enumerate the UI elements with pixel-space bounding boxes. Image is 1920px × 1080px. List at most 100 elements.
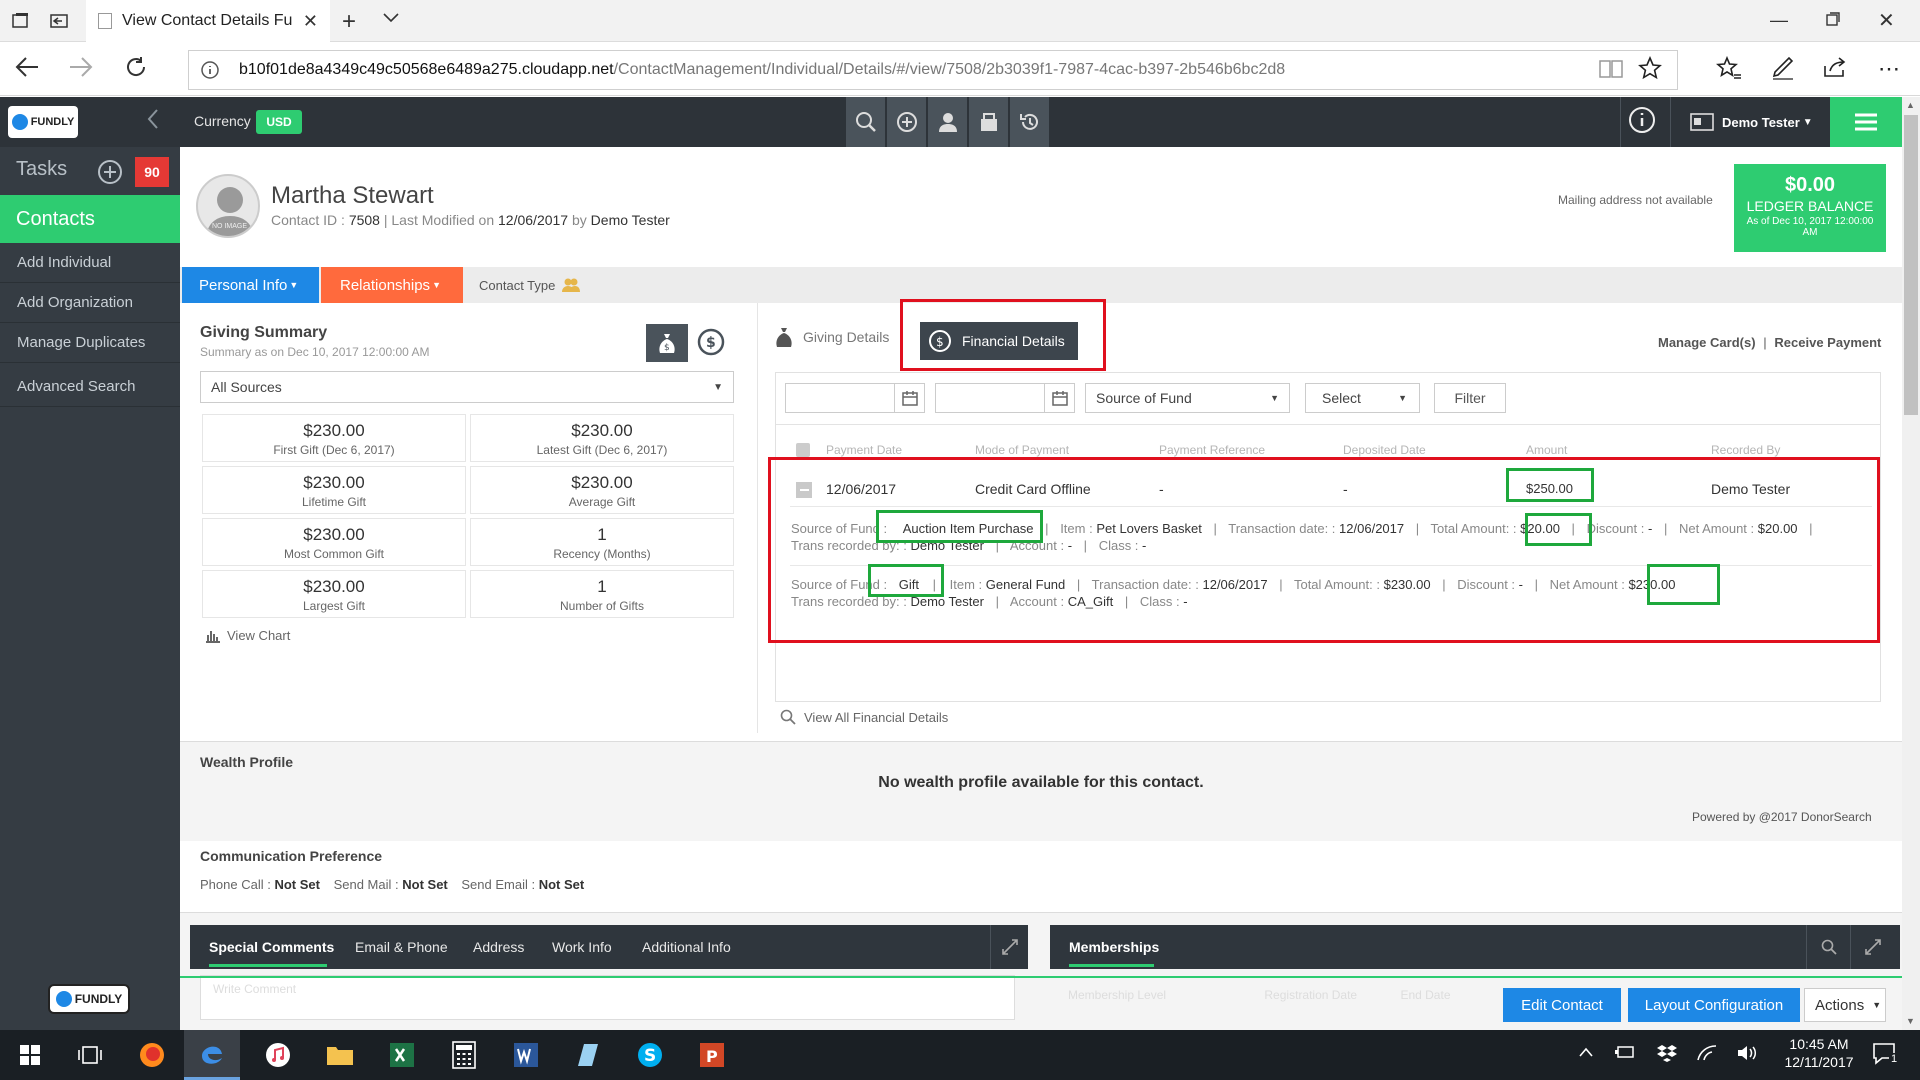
header-search-button[interactable]	[846, 97, 886, 147]
taskbar-calculator[interactable]	[436, 1030, 492, 1080]
manage-cards-link[interactable]: Manage Card(s)	[1658, 335, 1756, 350]
comment-input[interactable]: Write Comment	[200, 975, 1015, 1020]
tab-address[interactable]: Address	[473, 925, 524, 969]
browser-tab-active[interactable]: View Contact Details Fu ✕	[86, 0, 330, 42]
tasks-count-badge[interactable]: 90	[135, 157, 169, 187]
tab-list-chevron-icon[interactable]	[382, 12, 400, 24]
date-from-calendar-button[interactable]	[895, 383, 925, 413]
scrollbar-thumb[interactable]	[1904, 115, 1918, 415]
source-select-value: All Sources	[211, 379, 282, 395]
tab-preview-icon[interactable]	[12, 12, 30, 30]
scroll-down-icon[interactable]: ▼	[1906, 1016, 1915, 1026]
view-chart-link[interactable]: View Chart	[205, 628, 290, 643]
site-info-icon[interactable]	[200, 60, 220, 80]
sidebar-tasks-label[interactable]: Tasks	[16, 158, 67, 181]
search-memberships-button[interactable]	[1806, 925, 1850, 969]
minimize-icon[interactable]: —	[1770, 10, 1788, 31]
giving-details-tab[interactable]: Giving Details	[775, 325, 889, 349]
receive-payment-link[interactable]: Receive Payment	[1774, 335, 1881, 350]
web-note-pen-icon[interactable]	[1770, 54, 1796, 80]
taskbar-edge[interactable]	[184, 1030, 240, 1080]
tab-memberships[interactable]: Memberships	[1069, 925, 1159, 969]
source-of-fund-select[interactable]: Source of Fund ▼	[1085, 383, 1290, 413]
date-from-input[interactable]	[785, 383, 895, 413]
tab-work-info[interactable]: Work Info	[552, 925, 612, 969]
refresh-icon[interactable]	[124, 55, 148, 79]
row-collapse-toggle[interactable]	[796, 482, 812, 498]
user-menu[interactable]: Demo Tester ▼	[1690, 113, 1813, 131]
url-field[interactable]: b10f01de8a4349c49c50568e6489a275.cloudap…	[188, 50, 1678, 90]
giving-summary-moneybag-button[interactable]: $	[646, 324, 688, 362]
account-value: -	[1067, 538, 1073, 553]
financial-details-tab[interactable]: $ Financial Details	[920, 322, 1078, 360]
favorite-star-icon[interactable]	[1638, 56, 1662, 80]
battery-icon[interactable]	[1614, 1044, 1636, 1060]
giving-summary-dollar-button[interactable]: $	[696, 327, 726, 357]
edit-contact-button[interactable]: Edit Contact	[1503, 988, 1621, 1022]
close-tab-icon[interactable]: ✕	[303, 11, 318, 32]
net-value: $20.00	[1757, 521, 1798, 536]
volume-icon[interactable]	[1736, 1044, 1758, 1062]
wifi-icon[interactable]	[1696, 1044, 1718, 1062]
taskbar-itunes[interactable]	[250, 1030, 306, 1080]
forward-arrow-icon[interactable]	[68, 56, 94, 78]
info-icon[interactable]	[1628, 106, 1656, 134]
tab-personal-info[interactable]: Personal Info ▼	[182, 267, 319, 303]
sidebar-item-add-organization[interactable]: Add Organization	[0, 283, 180, 323]
currency-badge[interactable]: USD	[256, 110, 302, 134]
collapse-sidebar-chevron-icon[interactable]	[146, 108, 160, 130]
ledger-balance-box[interactable]: $0.00 LEDGER BALANCE As of Dec 10, 2017 …	[1734, 164, 1886, 252]
tab-relationships[interactable]: Relationships ▼	[321, 267, 463, 303]
header-add-button[interactable]	[887, 97, 927, 147]
header-history-button[interactable]	[1010, 97, 1050, 147]
more-menu-icon[interactable]: ⋯	[1878, 56, 1900, 82]
favorites-hub-icon[interactable]	[1716, 56, 1742, 80]
view-all-financial-link[interactable]: View All Financial Details	[780, 709, 948, 725]
actions-dropdown[interactable]: Actions ▼	[1804, 988, 1886, 1022]
taskbar-firefox[interactable]	[124, 1030, 180, 1080]
show-hidden-icons-chevron-icon[interactable]	[1578, 1046, 1594, 1058]
share-icon[interactable]	[1822, 56, 1848, 78]
task-view-button[interactable]	[62, 1030, 118, 1080]
set-aside-tabs-icon[interactable]	[50, 12, 70, 30]
tab-special-comments[interactable]: Special Comments	[209, 925, 334, 969]
filter-button[interactable]: Filter	[1434, 383, 1506, 413]
reading-view-icon[interactable]	[1598, 58, 1624, 80]
taskbar-skype[interactable]: S	[622, 1030, 678, 1080]
taskbar-notes[interactable]	[560, 1030, 616, 1080]
source-select[interactable]: All Sources ▼	[200, 371, 734, 403]
filter-type-select[interactable]: Select ▼	[1305, 383, 1420, 413]
hamburger-menu-button[interactable]	[1830, 97, 1902, 147]
collapse-all-toggle-icon[interactable]	[796, 443, 810, 457]
header-campaign-button[interactable]	[969, 97, 1009, 147]
expand-memberships-button[interactable]	[1850, 925, 1894, 969]
start-button[interactable]	[2, 1030, 58, 1080]
layout-configuration-button[interactable]: Layout Configuration	[1628, 988, 1800, 1022]
close-window-icon[interactable]: ✕	[1878, 8, 1895, 33]
tab-email-phone[interactable]: Email & Phone	[355, 925, 448, 969]
date-to-calendar-button[interactable]	[1045, 383, 1075, 413]
expand-comments-button[interactable]	[990, 925, 1028, 969]
sidebar-item-manage-duplicates[interactable]: Manage Duplicates	[0, 323, 180, 363]
action-bar-top-line	[180, 976, 1902, 978]
sidebar-item-add-individual[interactable]: Add Individual	[0, 243, 180, 283]
dropbox-icon[interactable]	[1656, 1044, 1678, 1062]
taskbar-file-explorer[interactable]	[312, 1030, 368, 1080]
add-task-icon[interactable]	[97, 159, 123, 185]
avatar[interactable]: NO IMAGE	[196, 174, 260, 238]
taskbar-clock[interactable]: 10:45 AM 12/11/2017	[1774, 1035, 1864, 1071]
tab-contact-type[interactable]: Contact Type	[479, 277, 581, 293]
date-to-input[interactable]	[935, 383, 1045, 413]
taskbar-excel[interactable]	[374, 1030, 430, 1080]
maximize-icon[interactable]	[1826, 12, 1840, 26]
sidebar-contacts-active[interactable]: Contacts	[0, 195, 180, 243]
header-contacts-button[interactable]	[928, 97, 968, 147]
scroll-up-icon[interactable]: ▲	[1906, 100, 1915, 110]
taskbar-word[interactable]	[498, 1030, 554, 1080]
tab-additional-info[interactable]: Additional Info	[642, 925, 731, 969]
sidebar-item-advanced-search[interactable]: Advanced Search	[0, 367, 180, 407]
back-arrow-icon[interactable]	[14, 56, 40, 78]
taskbar-powerpoint[interactable]: P	[684, 1030, 740, 1080]
fundly-logo[interactable]: FUNDLY	[8, 106, 78, 138]
new-tab-icon[interactable]: +	[342, 8, 356, 36]
